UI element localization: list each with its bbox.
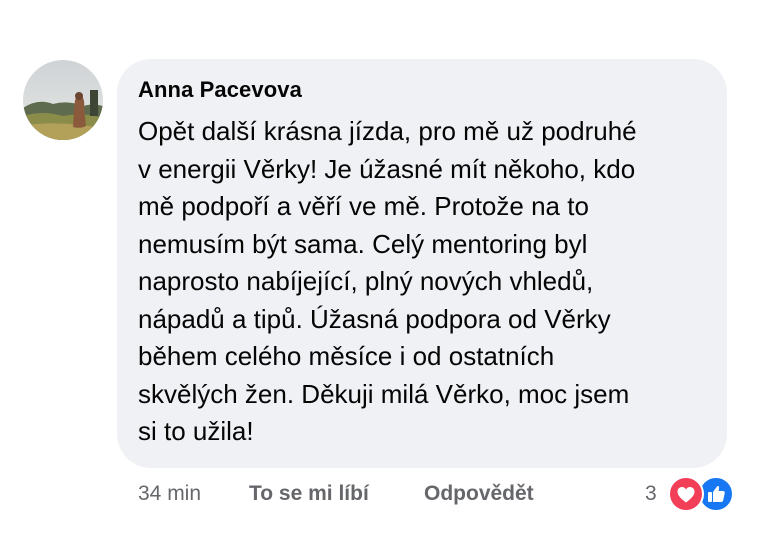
reply-button[interactable]: Odpovědět xyxy=(424,479,534,509)
comment-timestamp[interactable]: 34 min xyxy=(138,479,201,509)
avatar[interactable] xyxy=(23,60,103,140)
comment-text-line: mě podpoří a věří ve mě. Protože na to xyxy=(138,191,589,221)
comment-screen: Anna Pacevova Opět další krásna jízda, p… xyxy=(0,0,768,554)
comment-author[interactable]: Anna Pacevova xyxy=(138,77,302,103)
heart-icon xyxy=(668,476,704,512)
reactions-summary[interactable] xyxy=(668,476,738,512)
comment-text-line: Opět další krásna jízda, pro mě už podru… xyxy=(138,116,637,146)
comment-text-line: skvělých žen. Děkuji milá Věrko, moc jse… xyxy=(138,378,630,409)
comment-text-line: v energii Věrky! Je úžasné mít někoho, k… xyxy=(138,153,636,184)
comment-text-line: si to užila! xyxy=(138,416,254,446)
comment-text: Opět další krásna jízda, pro mě už podru… xyxy=(138,113,728,451)
like-button[interactable]: To se mi líbí xyxy=(249,479,369,509)
comment-text-line: nápadů a tipů. Úžasná podpora od Věrky xyxy=(138,303,611,334)
avatar-photo xyxy=(23,60,103,140)
comment-text-line: během celého měsíce i od ostatních xyxy=(138,341,555,371)
comment-actions: 34 min To se mi líbí Odpovědět 3 xyxy=(0,479,768,509)
comment-text-line: nemusím být sama. Celý mentoring byl xyxy=(138,228,588,259)
comment-text-line: naprosto nabíjející, plný nových vhledů, xyxy=(138,266,594,296)
reaction-count[interactable]: 3 xyxy=(645,479,657,509)
